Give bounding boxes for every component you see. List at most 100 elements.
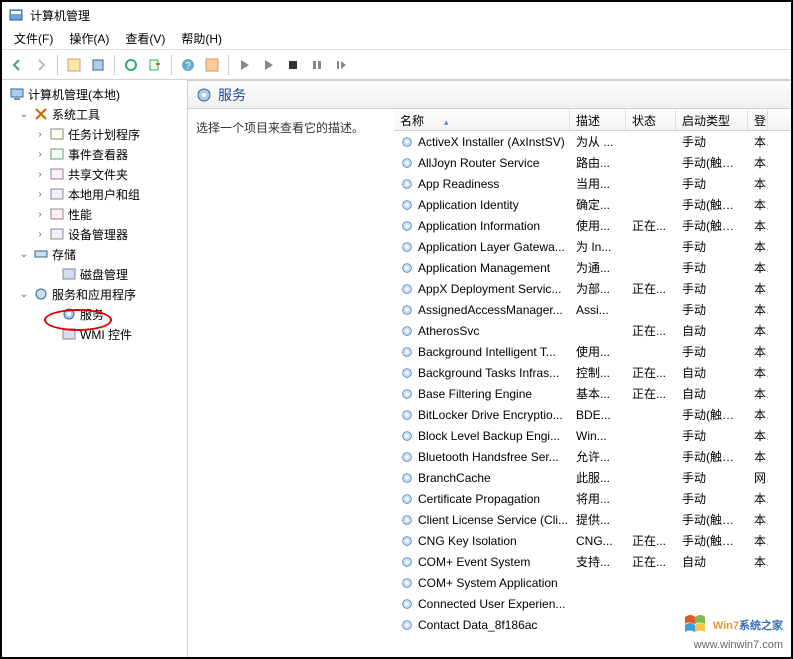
col-desc[interactable]: 描述 <box>570 109 626 130</box>
service-row[interactable]: CNG Key IsolationCNG...正在...手动(触发...本 <box>394 530 791 551</box>
app-icon <box>8 7 24 23</box>
service-row[interactable]: App Readiness当用...手动本 <box>394 173 791 194</box>
tree-任务计划程序[interactable]: ›任务计划程序 <box>4 124 185 144</box>
services-list[interactable]: ActiveX Installer (AxInstSV)为从 ...手动本All… <box>394 131 791 657</box>
service-row[interactable]: Background Intelligent T...使用...手动本 <box>394 341 791 362</box>
collapse-icon[interactable]: ⌄ <box>18 249 30 260</box>
tree-设备管理器[interactable]: ›设备管理器 <box>4 224 185 244</box>
gear-icon <box>400 618 414 632</box>
menu-view[interactable]: 查看(V) <box>117 28 173 49</box>
col-startup[interactable]: 启动类型 <box>676 109 748 130</box>
gear-icon <box>400 450 414 464</box>
col-status[interactable]: 状态 <box>626 109 676 130</box>
titlebar: 计算机管理 <box>2 2 791 28</box>
gear-icon <box>400 408 414 422</box>
stop-button[interactable] <box>282 54 304 76</box>
col-name[interactable]: 名称▴ <box>394 109 570 130</box>
tree-性能[interactable]: ›性能 <box>4 204 185 224</box>
windows-logo-icon <box>681 611 709 639</box>
gear-icon <box>400 513 414 527</box>
gear-icon <box>61 306 77 322</box>
gear-icon <box>400 429 414 443</box>
service-row[interactable]: Block Level Backup Engi...Win...手动本 <box>394 425 791 446</box>
service-row[interactable]: Application Information使用...正在...手动(触发..… <box>394 215 791 236</box>
service-row[interactable]: AllJoyn Router Service路由...手动(触发...本 <box>394 152 791 173</box>
tree-services-apps[interactable]: ⌄ 服务和应用程序 <box>4 284 185 304</box>
service-row[interactable]: BranchCache此服...手动网 <box>394 467 791 488</box>
pause-button[interactable] <box>306 54 328 76</box>
tree-本地用户和组[interactable]: ›本地用户和组 <box>4 184 185 204</box>
services-icon <box>33 286 49 302</box>
detail-pane: 服务 选择一个项目来查看它的描述。 名称▴ 描述 状态 启动类型 登 Activ… <box>188 80 791 657</box>
collapse-icon[interactable]: ⌄ <box>18 289 30 300</box>
storage-icon <box>33 246 49 262</box>
gear-icon <box>400 387 414 401</box>
menu-file[interactable]: 文件(F) <box>6 28 61 49</box>
tree-systools[interactable]: ⌄ 系统工具 <box>4 104 185 124</box>
show-hide-button[interactable] <box>63 54 85 76</box>
properties-button[interactable] <box>87 54 109 76</box>
nav-tree: 计算机管理(本地) ⌄ 系统工具 ›任务计划程序›事件查看器›共享文件夹›本地用… <box>2 80 188 657</box>
service-row[interactable]: Application Management为通...手动本 <box>394 257 791 278</box>
node-icon <box>61 266 77 282</box>
collapse-icon[interactable]: ⌄ <box>18 109 30 120</box>
service-row[interactable]: AtherosSvc正在...自动本 <box>394 320 791 341</box>
services-list-pane: 名称▴ 描述 状态 启动类型 登 ActiveX Installer (AxIn… <box>394 109 791 657</box>
column-headers: 名称▴ 描述 状态 启动类型 登 <box>394 109 791 131</box>
service-row[interactable]: Base Filtering Engine基本...正在...自动本 <box>394 383 791 404</box>
forward-button[interactable] <box>30 54 52 76</box>
gear-icon <box>400 219 414 233</box>
gear-icon <box>196 87 212 103</box>
tree-storage[interactable]: ⌄ 存储 <box>4 244 185 264</box>
gear-icon <box>400 366 414 380</box>
service-row[interactable]: Application Layer Gatewa...为 In...手动本 <box>394 236 791 257</box>
tree-事件查看器[interactable]: ›事件查看器 <box>4 144 185 164</box>
tree-磁盘管理[interactable]: 磁盘管理 <box>4 264 185 284</box>
tree-服务[interactable]: 服务 <box>4 304 185 324</box>
service-row[interactable]: AssignedAccessManager...Assi...手动本 <box>394 299 791 320</box>
expand-icon[interactable]: › <box>34 209 46 220</box>
service-row[interactable]: COM+ System Application <box>394 572 791 593</box>
service-row[interactable]: Client License Service (Cli...提供...手动(触发… <box>394 509 791 530</box>
service-row[interactable]: AppX Deployment Servic...为部...正在...手动本 <box>394 278 791 299</box>
expand-icon[interactable]: › <box>34 229 46 240</box>
back-button[interactable] <box>6 54 28 76</box>
gear-icon <box>400 534 414 548</box>
restart-button[interactable] <box>330 54 352 76</box>
help-button[interactable]: ? <box>177 54 199 76</box>
service-row[interactable]: Bluetooth Handsfree Ser...允许...手动(触发...本 <box>394 446 791 467</box>
list-button[interactable] <box>201 54 223 76</box>
gear-icon <box>400 597 414 611</box>
play-button[interactable] <box>234 54 256 76</box>
service-row[interactable]: Background Tasks Infras...控制...正在...自动本 <box>394 362 791 383</box>
play2-button[interactable] <box>258 54 280 76</box>
expand-icon[interactable]: › <box>34 169 46 180</box>
refresh-button[interactable] <box>120 54 142 76</box>
service-row[interactable]: BitLocker Drive Encryptio...BDE...手动(触发.… <box>394 404 791 425</box>
expand-icon[interactable]: › <box>34 129 46 140</box>
service-row[interactable]: COM+ Event System支持...正在...自动本 <box>394 551 791 572</box>
tree-共享文件夹[interactable]: ›共享文件夹 <box>4 164 185 184</box>
menubar: 文件(F) 操作(A) 查看(V) 帮助(H) <box>2 28 791 50</box>
service-row[interactable]: ActiveX Installer (AxInstSV)为从 ...手动本 <box>394 131 791 152</box>
gear-icon <box>400 555 414 569</box>
menu-help[interactable]: 帮助(H) <box>173 28 230 49</box>
col-logon[interactable]: 登 <box>748 109 768 130</box>
gear-icon <box>400 282 414 296</box>
expand-icon[interactable]: › <box>34 189 46 200</box>
tree-root[interactable]: 计算机管理(本地) <box>4 84 185 104</box>
node-icon <box>49 146 65 162</box>
gear-icon <box>400 324 414 338</box>
service-row[interactable]: Application Identity确定...手动(触发...本 <box>394 194 791 215</box>
service-row[interactable]: Certificate Propagation将用...手动本 <box>394 488 791 509</box>
tree-WMI 控件[interactable]: WMI 控件 <box>4 324 185 344</box>
toolbar: ? <box>2 50 791 80</box>
computer-icon <box>9 86 25 102</box>
expand-icon[interactable]: › <box>34 149 46 160</box>
gear-icon <box>400 576 414 590</box>
gear-icon <box>400 240 414 254</box>
gear-icon <box>400 345 414 359</box>
export-button[interactable] <box>144 54 166 76</box>
node-icon <box>49 166 65 182</box>
menu-action[interactable]: 操作(A) <box>61 28 117 49</box>
